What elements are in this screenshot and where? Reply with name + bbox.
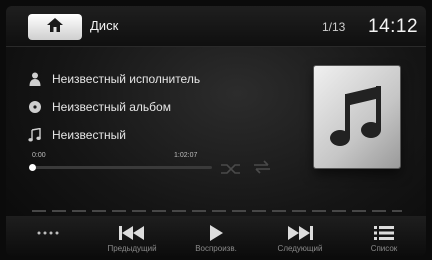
dots-icon: [37, 226, 59, 240]
home-icon: [47, 17, 63, 37]
disc-icon: [28, 100, 42, 114]
play-icon: [209, 225, 223, 241]
album-name: Неизвестный альбом: [52, 100, 171, 114]
artist-row: Неизвестный исполнитель: [28, 70, 200, 88]
source-title: Диск: [90, 18, 119, 33]
divider: [32, 210, 402, 212]
album-row: Неизвестный альбом: [28, 98, 171, 116]
artist-name: Неизвестный исполнитель: [52, 72, 201, 86]
progress-knob[interactable]: [29, 164, 36, 171]
elapsed-time: 0:00: [32, 152, 46, 159]
home-button[interactable]: [28, 14, 82, 40]
skip-previous-icon: [119, 226, 145, 240]
song-title: Неизвестный: [52, 128, 126, 142]
list-icon: [374, 226, 394, 240]
music-note-icon: [328, 80, 386, 155]
previous-button[interactable]: Предыдущий: [90, 216, 174, 256]
shuffle-icon[interactable]: [220, 162, 242, 180]
progress-bar[interactable]: [29, 164, 212, 171]
total-time: 1:02:07: [174, 152, 198, 159]
next-button[interactable]: Следующий: [258, 216, 342, 256]
music-note-icon: [28, 128, 42, 142]
previous-label: Предыдущий: [107, 244, 157, 253]
skip-next-icon: [287, 226, 313, 240]
header-bar: Диск 1/13 14:12: [6, 6, 426, 47]
song-row: Неизвестный: [28, 126, 126, 144]
list-button[interactable]: Список: [342, 216, 426, 256]
list-label: Список: [370, 244, 398, 253]
clock: 14:12: [368, 16, 419, 37]
play-label: Воспроизв.: [195, 244, 237, 253]
play-button[interactable]: Воспроизв.: [174, 216, 258, 256]
person-icon: [28, 72, 42, 86]
media-player-screen: Диск 1/13 14:12 Неизвестный исполнитель …: [6, 6, 426, 256]
track-counter: 1/13: [322, 20, 346, 34]
album-art: [314, 66, 400, 168]
control-bar: Предыдущий Воспроизв. Следующий Список: [6, 216, 426, 256]
repeat-icon[interactable]: [252, 159, 272, 180]
more-button[interactable]: [6, 216, 90, 256]
next-label: Следующий: [277, 244, 323, 253]
